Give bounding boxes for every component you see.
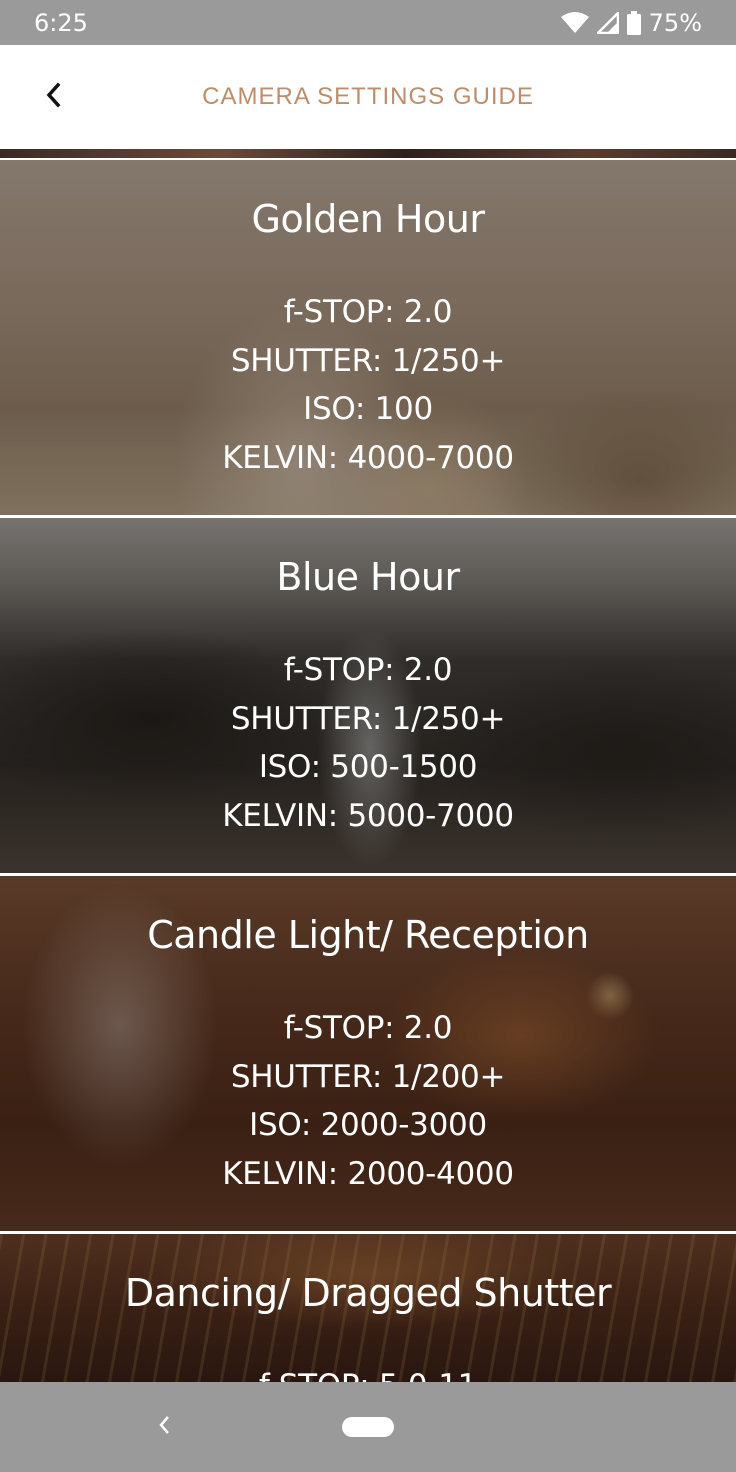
- shutter-value: SHUTTER: 1/200+: [230, 1058, 506, 1095]
- kelvin-value: KELVIN: 4000-7000: [222, 439, 514, 476]
- shutter-value: SHUTTER: 1/250+: [230, 342, 506, 379]
- fstop-value: f-STOP: 2.0: [283, 652, 453, 688]
- settings-list[interactable]: Golden Hour f-STOP: 2.0 SHUTTER: 1/250+ …: [0, 149, 736, 1382]
- system-nav-bar: [0, 1382, 736, 1472]
- card-title: Blue Hour: [276, 555, 460, 599]
- fstop-value: f-STOP: 2.0: [283, 294, 453, 330]
- previous-card-edge: [0, 149, 736, 158]
- app-header: CAMERA SETTINGS GUIDE: [0, 45, 736, 149]
- nav-back-icon: [157, 1414, 171, 1441]
- status-icons: 75%: [560, 8, 702, 37]
- card-candle-light[interactable]: Candle Light/ Reception f-STOP: 2.0 SHUT…: [0, 876, 736, 1231]
- kelvin-value: KELVIN: 2000-4000: [222, 1155, 514, 1192]
- page-title: CAMERA SETTINGS GUIDE: [202, 83, 534, 110]
- chevron-left-icon: [45, 82, 61, 113]
- status-time: 6:25: [34, 8, 88, 37]
- home-pill-icon[interactable]: [342, 1417, 394, 1437]
- battery-percent: 75%: [648, 8, 702, 37]
- card-title: Golden Hour: [251, 197, 485, 241]
- back-button[interactable]: [36, 77, 70, 117]
- card-dancing[interactable]: Dancing/ Dragged Shutter f-STOP: 5.0-11: [0, 1234, 736, 1382]
- kelvin-value: KELVIN: 5000-7000: [222, 797, 514, 834]
- status-bar: 6:25 75%: [0, 0, 736, 45]
- wifi-icon: [560, 11, 589, 34]
- shutter-value: SHUTTER: 1/250+: [230, 700, 506, 737]
- iso-value: ISO: 2000-3000: [249, 1107, 487, 1143]
- nav-back-button[interactable]: [150, 1412, 178, 1442]
- card-settings: f-STOP: 2.0 SHUTTER: 1/200+ ISO: 2000-30…: [0, 1004, 736, 1198]
- fstop-value: f-STOP: 5.0-11: [0, 1362, 736, 1382]
- iso-value: ISO: 500-1500: [258, 749, 478, 785]
- card-settings: f-STOP: 2.0 SHUTTER: 1/250+ ISO: 500-150…: [0, 646, 736, 840]
- iso-value: ISO: 100: [303, 391, 433, 427]
- cell-signal-icon: [596, 11, 619, 34]
- card-golden-hour[interactable]: Golden Hour f-STOP: 2.0 SHUTTER: 1/250+ …: [0, 160, 736, 515]
- card-blue-hour[interactable]: Blue Hour f-STOP: 2.0 SHUTTER: 1/250+ IS…: [0, 518, 736, 873]
- battery-icon: [626, 10, 641, 35]
- card-settings: f-STOP: 2.0 SHUTTER: 1/250+ ISO: 100 KEL…: [0, 288, 736, 482]
- fstop-value: f-STOP: 2.0: [283, 1010, 453, 1046]
- card-title: Candle Light/ Reception: [147, 913, 589, 957]
- card-settings: f-STOP: 5.0-11: [0, 1362, 736, 1382]
- card-title: Dancing/ Dragged Shutter: [124, 1271, 612, 1315]
